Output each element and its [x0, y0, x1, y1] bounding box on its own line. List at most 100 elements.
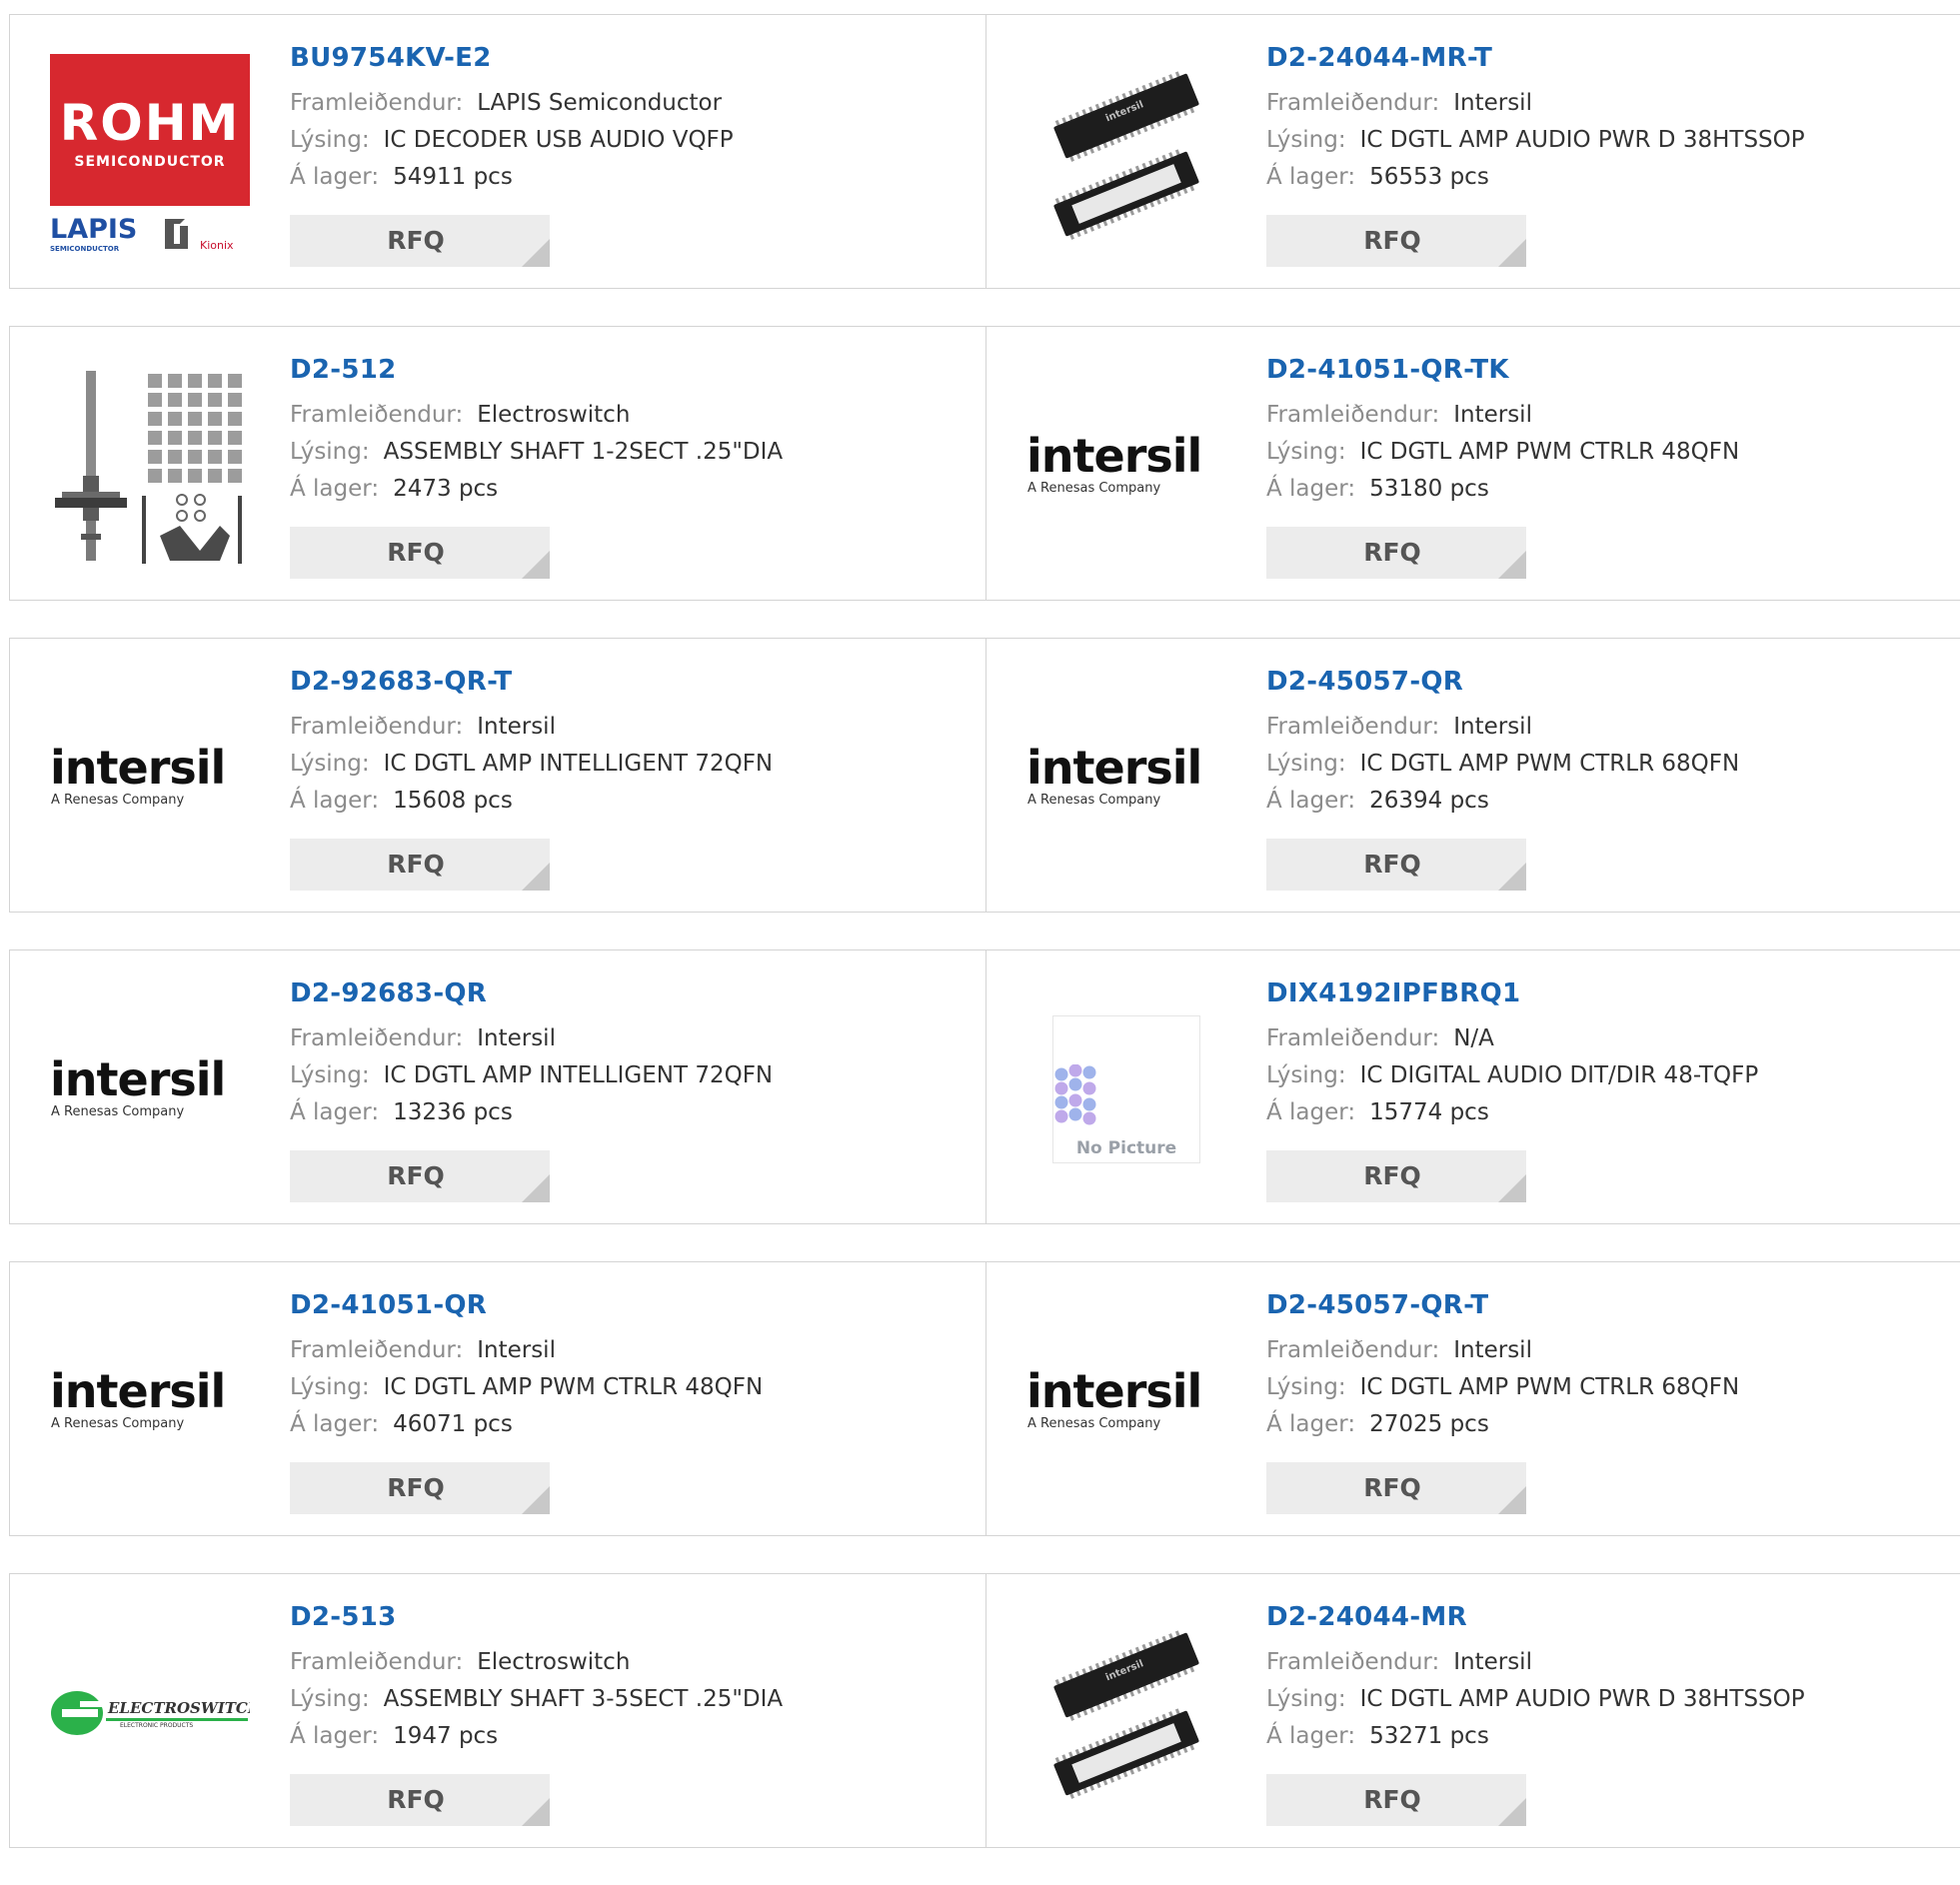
manufacturer-label: Framleiðendur:	[1266, 1025, 1440, 1051]
description-value: IC DGTL AMP PWM CTRLR 68QFN	[1359, 1374, 1740, 1400]
rfq-button[interactable]: RFQ	[1266, 527, 1526, 579]
description-row: Lýsing: IC DGTL AMP AUDIO PWR D 38HTSSOP	[1266, 122, 1950, 159]
product-card: intersil A Renesas Company D2-45057-QR-T Fr…	[986, 1261, 1960, 1536]
manufacturer-label: Framleiðendur:	[1266, 1649, 1440, 1675]
product-row: intersil A Renesas Company D2-41051-QR Fram…	[9, 1261, 1960, 1536]
stock-label: Á lager:	[1266, 1099, 1356, 1125]
svg-text:A Renesas Company: A Renesas Company	[1027, 793, 1161, 808]
htssop-chip-photo-graphic: intersil	[1053, 71, 1199, 240]
rfq-button[interactable]: RFQ	[1266, 1462, 1526, 1514]
description-value: ASSEMBLY SHAFT 3-5SECT .25"DIA	[383, 1686, 784, 1712]
intersil-logo[interactable]: intersil A Renesas Company	[1026, 366, 1226, 566]
product-part-link[interactable]: D2-24044-MR-T	[1266, 41, 1950, 75]
rohm-lapis-logo[interactable]: ROHM SEMICONDUCTOR LAPIS SEMICONDUCTOR Kioni…	[50, 54, 250, 254]
description-row: Lýsing: ASSEMBLY SHAFT 3-5SECT .25"DIA	[290, 1681, 976, 1718]
product-part-link[interactable]: D2-512	[290, 353, 976, 387]
rfq-button[interactable]: RFQ	[1266, 215, 1526, 267]
product-info: D2-24044-MR-T Framleiðendur: Intersil Lýsin…	[1266, 41, 1950, 196]
rfq-button[interactable]: RFQ	[1266, 1774, 1526, 1826]
description-label: Lýsing:	[290, 127, 370, 153]
svg-text:A Renesas Company: A Renesas Company	[51, 1104, 185, 1119]
description-label: Lýsing:	[1266, 1686, 1346, 1712]
svg-text:A Renesas Company: A Renesas Company	[51, 1416, 185, 1431]
intersil-logo-graphic: intersilA Renesas Company	[1026, 741, 1202, 808]
manufacturer-value: Intersil	[1453, 1649, 1532, 1675]
rfq-button[interactable]: RFQ	[290, 839, 550, 891]
product-part-link[interactable]: D2-45057-QR-T	[1266, 1288, 1950, 1322]
product-part-link[interactable]: D2-92683-QR-T	[290, 665, 976, 699]
stock-value: 27025 pcs	[1369, 1411, 1489, 1437]
description-row: Lýsing: IC DGTL AMP PWM CTRLR 48QFN	[290, 1369, 976, 1406]
product-grid: ROHM SEMICONDUCTOR LAPIS SEMICONDUCTOR Kioni…	[9, 14, 1960, 1885]
rfq-button[interactable]: RFQ	[1266, 839, 1526, 891]
description-value: IC DGTL AMP PWM CTRLR 48QFN	[1359, 439, 1740, 465]
rfq-button[interactable]: RFQ	[290, 215, 550, 267]
manufacturer-row: Framleiðendur: N/A	[1266, 1020, 1950, 1057]
description-row: Lýsing: IC DGTL AMP PWM CTRLR 68QFN	[1266, 746, 1950, 783]
svg-text:A Renesas Company: A Renesas Company	[1027, 1416, 1161, 1431]
intersil-logo[interactable]: intersil A Renesas Company	[50, 1301, 250, 1501]
intersil-logo[interactable]: intersil A Renesas Company	[1026, 1301, 1226, 1501]
rohm-lapis-logo-graphic: ROHMSEMICONDUCTORLAPISSEMICONDUCTOR Kioni…	[50, 54, 250, 253]
manufacturer-label: Framleiðendur:	[1266, 402, 1440, 428]
product-card: ROHM SEMICONDUCTOR LAPIS SEMICONDUCTOR Kioni…	[9, 14, 986, 289]
stock-label: Á lager:	[1266, 1411, 1356, 1437]
product-part-link[interactable]: D2-41051-QR-TK	[1266, 353, 1950, 387]
rfq-button[interactable]: RFQ	[290, 1150, 550, 1202]
description-row: Lýsing: ASSEMBLY SHAFT 1-2SECT .25"DIA	[290, 434, 976, 471]
intersil-logo[interactable]: intersil A Renesas Company	[50, 678, 250, 878]
electroswitch-logo[interactable]: ELECTROSWITCH ELECTRONIC PRODUCTS	[50, 1613, 250, 1813]
description-value: IC DGTL AMP INTELLIGENT 72QFN	[383, 751, 774, 777]
svg-text:intersil: intersil	[1026, 1364, 1201, 1418]
rfq-button[interactable]: RFQ	[290, 1774, 550, 1826]
stock-row: Á lager: 1947 pcs	[290, 1718, 976, 1755]
manufacturer-label: Framleiðendur:	[290, 1025, 464, 1051]
description-label: Lýsing:	[290, 1374, 370, 1400]
shaft-assembly-photo[interactable]	[50, 366, 250, 566]
description-label: Lýsing:	[290, 751, 370, 777]
stock-value: 15774 pcs	[1369, 1099, 1489, 1125]
rfq-button[interactable]: RFQ	[290, 1462, 550, 1514]
description-row: Lýsing: IC DGTL AMP PWM CTRLR 48QFN	[1266, 434, 1950, 471]
stock-value: 54911 pcs	[393, 164, 513, 190]
stock-label: Á lager:	[1266, 164, 1356, 190]
product-part-link[interactable]: DIX4192IPFBRQ1	[1266, 976, 1950, 1010]
product-card: intersil A Renesas Company D2-45057-QR Fram…	[986, 638, 1960, 913]
product-part-link[interactable]: D2-24044-MR	[1266, 1600, 1950, 1634]
stock-row: Á lager: 15608 pcs	[290, 783, 976, 820]
product-card: intersil D2-24044-MR Framleiðendur: Intersi…	[986, 1573, 1960, 1848]
rfq-button[interactable]: RFQ	[1266, 1150, 1526, 1202]
svg-text:LAPIS: LAPIS	[50, 214, 137, 245]
stock-label: Á lager:	[290, 476, 380, 502]
htssop-chip-photo[interactable]: intersil	[1026, 1613, 1226, 1813]
description-row: Lýsing: IC DGTL AMP INTELLIGENT 72QFN	[290, 746, 976, 783]
product-part-link[interactable]: BU9754KV-E2	[290, 41, 976, 75]
product-row: ROHM SEMICONDUCTOR LAPIS SEMICONDUCTOR Kioni…	[9, 14, 1960, 289]
product-part-link[interactable]: D2-41051-QR	[290, 1288, 976, 1322]
description-value: IC DIGITAL AUDIO DIT/DIR 48-TQFP	[1359, 1062, 1759, 1088]
product-part-link[interactable]: D2-513	[290, 1600, 976, 1634]
product-part-link[interactable]: D2-92683-QR	[290, 976, 976, 1010]
description-value: IC DGTL AMP AUDIO PWR D 38HTSSOP	[1359, 1686, 1805, 1712]
description-value: IC DGTL AMP PWM CTRLR 48QFN	[383, 1374, 764, 1400]
svg-text:intersil: intersil	[50, 1364, 225, 1418]
manufacturer-label: Framleiðendur:	[290, 90, 464, 116]
svg-text:SEMICONDUCTOR: SEMICONDUCTOR	[50, 245, 120, 253]
no-picture-caption: No Picture	[1075, 1138, 1177, 1158]
intersil-logo[interactable]: intersil A Renesas Company	[1026, 678, 1226, 878]
product-part-link[interactable]: D2-45057-QR	[1266, 665, 1950, 699]
manufacturer-value: Intersil	[1453, 402, 1532, 428]
svg-text:intersil: intersil	[1026, 429, 1201, 483]
product-info: D2-24044-MR Framleiðendur: Intersil Lýsing:…	[1266, 1600, 1950, 1755]
manufacturer-row: Framleiðendur: Intersil	[1266, 709, 1950, 746]
stock-value: 56553 pcs	[1369, 164, 1489, 190]
manufacturer-value: Electroswitch	[477, 1649, 631, 1675]
stock-value: 2473 pcs	[393, 476, 499, 502]
manufacturer-row: Framleiðendur: Intersil	[1266, 397, 1950, 434]
stock-row: Á lager: 46071 pcs	[290, 1406, 976, 1443]
no-picture[interactable]: No Picture	[1026, 989, 1226, 1189]
htssop-chip-photo[interactable]: intersil	[1026, 54, 1226, 254]
intersil-logo[interactable]: intersil A Renesas Company	[50, 989, 250, 1189]
description-label: Lýsing:	[290, 439, 370, 465]
rfq-button[interactable]: RFQ	[290, 527, 550, 579]
